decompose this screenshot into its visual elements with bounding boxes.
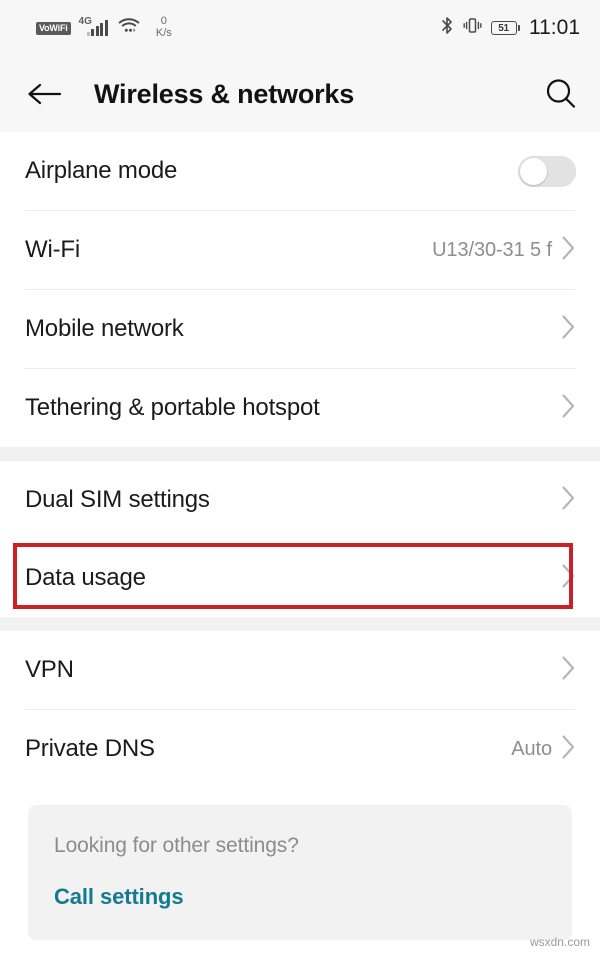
row-data-usage[interactable]: Data usage xyxy=(0,539,600,617)
app-header: Wireless & networks xyxy=(0,56,600,132)
other-settings-question: Looking for other settings? xyxy=(54,834,299,857)
chevron-right-icon xyxy=(561,485,576,516)
row-private-dns[interactable]: Private DNS Auto xyxy=(0,710,600,788)
page-title: Wireless & networks xyxy=(94,78,355,109)
battery-level-label: 51 xyxy=(498,22,509,34)
row-trailing: U13/30-31 5 f xyxy=(432,235,576,266)
row-value: U13/30-31 5 f xyxy=(432,238,552,261)
row-label: Airplane mode xyxy=(25,157,178,184)
battery-icon: 51 xyxy=(490,21,520,35)
row-wifi[interactable]: Wi-Fi U13/30-31 5 f xyxy=(0,211,600,289)
settings-group-sim-data: Dual SIM settings Data usage xyxy=(0,461,600,617)
row-trailing xyxy=(561,655,576,686)
row-label: Dual SIM settings xyxy=(25,486,210,513)
settings-group-connectivity: Airplane mode Wi-Fi U13/30-31 5 f Mobile… xyxy=(0,132,600,447)
row-trailing xyxy=(561,563,576,594)
data-rate-indicator: 0 K/s xyxy=(156,16,172,39)
footer-area: Looking for other settings? Call setting… xyxy=(0,788,600,940)
row-label: Wi-Fi xyxy=(25,236,80,263)
back-arrow-icon[interactable] xyxy=(26,81,62,107)
chevron-right-icon xyxy=(561,655,576,686)
row-trailing xyxy=(561,393,576,424)
row-label: Tethering & portable hotspot xyxy=(25,394,320,421)
network-generation-label: 4G xyxy=(78,15,92,27)
toggle-knob xyxy=(520,157,547,185)
status-bar-right: 51 11:01 xyxy=(441,16,580,40)
row-trailing xyxy=(561,314,576,345)
signal-bars-icon: 4G xyxy=(77,16,108,36)
section-separator xyxy=(0,447,600,461)
status-bar-clock: 11:01 xyxy=(529,16,580,39)
chevron-right-icon xyxy=(561,393,576,424)
row-dual-sim-settings[interactable]: Dual SIM settings xyxy=(0,461,600,539)
watermark: wsxdn.com xyxy=(529,935,590,949)
phone-screen: VoWiFi 4G 0 K/s 51 11:01 Wireless & netw… xyxy=(0,0,600,956)
row-label: Private DNS xyxy=(25,735,155,762)
status-bar: VoWiFi 4G 0 K/s 51 11:01 xyxy=(0,0,600,56)
other-settings-card: Looking for other settings? Call setting… xyxy=(28,805,572,940)
airplane-mode-toggle[interactable] xyxy=(518,155,576,187)
row-airplane-mode[interactable]: Airplane mode xyxy=(0,132,600,210)
chevron-right-icon xyxy=(561,563,576,594)
chevron-right-icon xyxy=(561,314,576,345)
chevron-right-icon xyxy=(561,734,576,765)
wifi-icon xyxy=(118,17,140,39)
row-mobile-network[interactable]: Mobile network xyxy=(0,290,600,368)
row-vpn[interactable]: VPN xyxy=(0,631,600,709)
vowifi-icon: VoWiFi xyxy=(36,21,71,35)
chevron-right-icon xyxy=(561,235,576,266)
status-bar-left: VoWiFi 4G 0 K/s xyxy=(36,16,172,39)
search-icon[interactable] xyxy=(544,77,578,111)
settings-group-vpn-dns: VPN Private DNS Auto xyxy=(0,631,600,788)
row-label: VPN xyxy=(25,656,74,683)
data-rate-unit: K/s xyxy=(155,27,172,39)
row-trailing: Auto xyxy=(511,734,576,765)
row-trailing xyxy=(561,485,576,516)
vibrate-icon xyxy=(463,16,482,40)
row-value: Auto xyxy=(511,737,552,760)
row-label: Data usage xyxy=(25,564,146,591)
row-tethering-hotspot[interactable]: Tethering & portable hotspot xyxy=(0,369,600,447)
bluetooth-icon xyxy=(441,16,454,40)
section-separator xyxy=(0,617,600,631)
call-settings-link[interactable]: Call settings xyxy=(54,884,184,910)
row-label: Mobile network xyxy=(25,315,184,342)
